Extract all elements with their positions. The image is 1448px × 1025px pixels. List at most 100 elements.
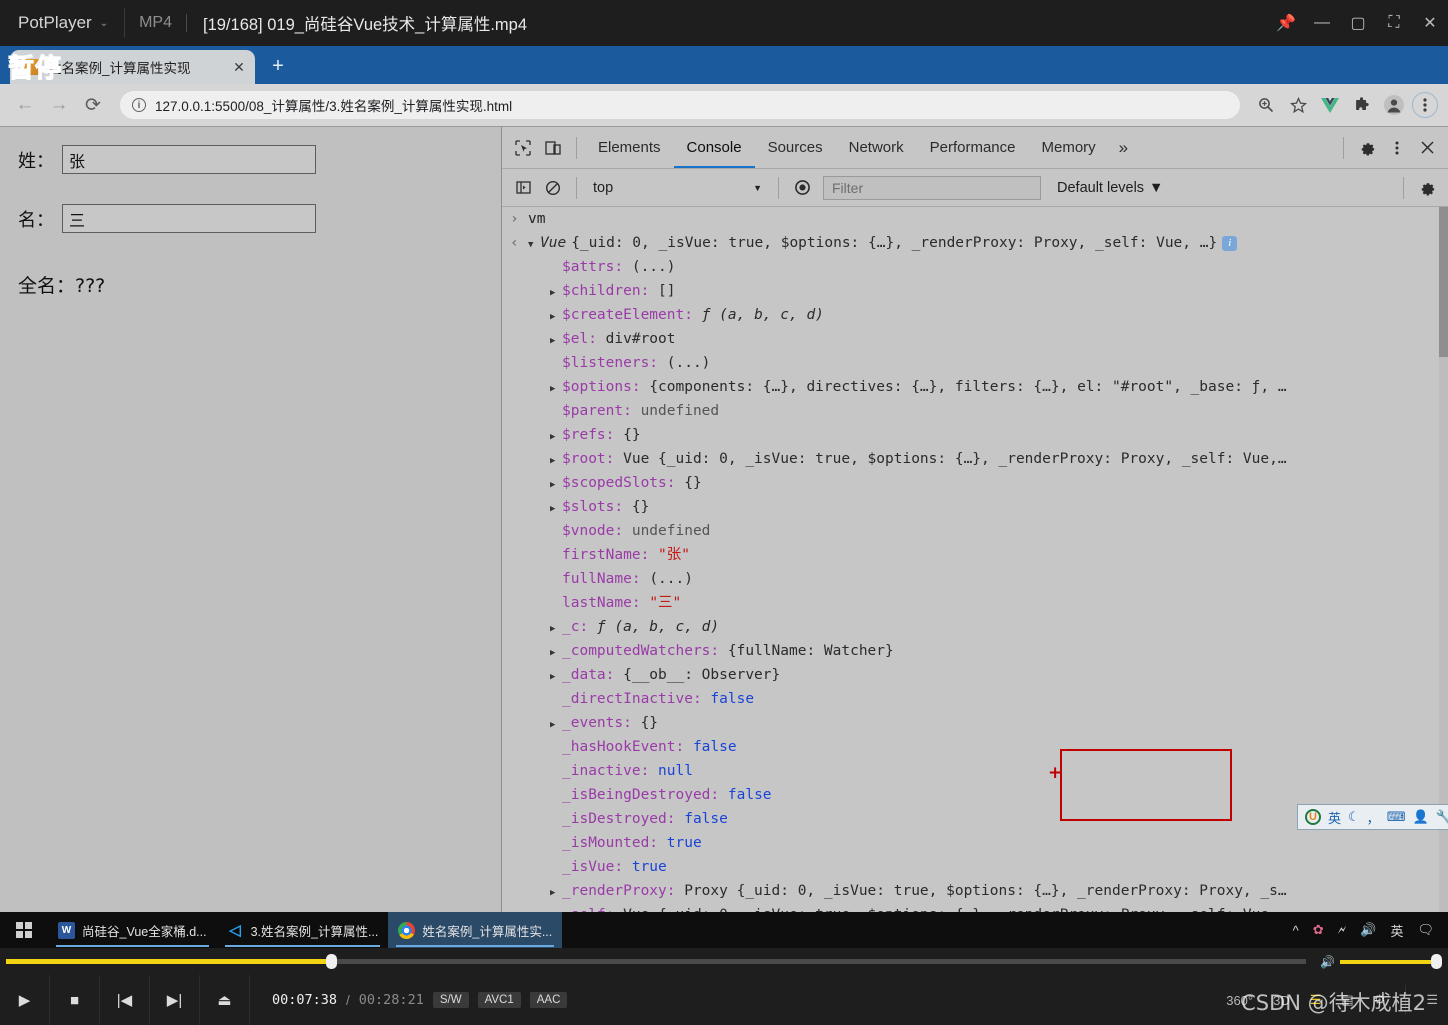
expand-triangle-icon[interactable]: ▶ xyxy=(550,329,562,353)
expand-triangle-icon[interactable]: ▶ xyxy=(550,617,562,641)
extensions-icon[interactable] xyxy=(1348,91,1376,119)
close-icon[interactable] xyxy=(1412,133,1442,163)
flower-icon[interactable]: ✿ xyxy=(1313,922,1324,938)
play-button[interactable]: ▶ xyxy=(0,975,50,1025)
log-levels-select[interactable]: Default levels ▼ xyxy=(1057,180,1163,196)
fullscreen-icon[interactable]: ⛶ xyxy=(1376,0,1412,46)
console-property-row[interactable]: ▶ $createElement: ƒ (a, b, c, d) xyxy=(502,303,1448,327)
tray-expand-icon[interactable]: ^ xyxy=(1293,923,1299,938)
tab-sources[interactable]: Sources xyxy=(755,127,836,168)
start-button[interactable] xyxy=(0,912,48,948)
stop-button[interactable]: ■ xyxy=(50,975,100,1025)
expand-triangle-icon[interactable]: ▶ xyxy=(550,425,562,449)
last-name-input[interactable] xyxy=(62,204,316,233)
device-toolbar-icon[interactable] xyxy=(538,133,568,163)
console-property-row[interactable]: ▶$vnode: undefined xyxy=(502,519,1448,543)
volume-icon[interactable]: 🔊 xyxy=(1360,922,1376,938)
restore-icon[interactable]: ▢ xyxy=(1340,0,1376,46)
address-bar[interactable]: i 127.0.0.1:5500/08_计算属性/3.姓名案例_计算属性实现.h… xyxy=(120,91,1240,119)
taskbar-item-word[interactable]: W 尚硅谷_Vue全家桶.d... xyxy=(48,912,217,948)
expand-triangle-icon[interactable]: ▶ xyxy=(550,905,562,912)
expand-triangle-icon[interactable]: ▶ xyxy=(550,713,562,737)
site-info-icon[interactable]: i xyxy=(132,98,146,112)
comma-icon[interactable]: ， xyxy=(1367,808,1380,827)
eject-button[interactable]: ⏏ xyxy=(200,975,250,1025)
pin-icon[interactable]: 📌 xyxy=(1268,0,1304,46)
ime-language-label[interactable]: 英 xyxy=(1328,808,1341,827)
console-property-row[interactable]: ▶_isVue: true xyxy=(502,855,1448,879)
next-button[interactable]: ▶| xyxy=(150,975,200,1025)
ime-toolbar[interactable]: U 英 ☾ ， ⌨ 👤 🔧 xyxy=(1297,804,1448,830)
menu-icon[interactable]: ☰ xyxy=(1426,992,1438,1008)
console-property-row[interactable]: ▶_directInactive: false xyxy=(502,687,1448,711)
minimize-icon[interactable]: — xyxy=(1304,0,1340,46)
console-property-row[interactable]: ▶ _computedWatchers: {fullName: Watcher} xyxy=(502,639,1448,663)
more-tabs-icon[interactable]: » xyxy=(1109,138,1138,158)
console-property-row[interactable]: ▶$attrs: (...) xyxy=(502,255,1448,279)
kebab-menu-icon[interactable] xyxy=(1382,133,1412,163)
previous-button[interactable]: |◀ xyxy=(100,975,150,1025)
console-property-row[interactable]: ▶fullName: (...) xyxy=(502,567,1448,591)
console-sidebar-toggle-icon[interactable] xyxy=(508,173,538,203)
volume-icon[interactable]: 🔊 xyxy=(1320,955,1335,969)
tab-network[interactable]: Network xyxy=(836,127,917,168)
back-button[interactable]: ← xyxy=(10,90,40,120)
vr-360-icon[interactable]: 360° xyxy=(1226,993,1253,1008)
volume-slider[interactable]: 🔊 xyxy=(1320,953,1442,969)
wrench-icon[interactable]: 🔧 xyxy=(1436,809,1448,825)
taskbar-item-chrome[interactable]: 姓名案例_计算属性实... xyxy=(388,912,563,948)
console-result-root[interactable]: ‹ ▼ Vue {_uid: 0, _isVue: true, $options: {… xyxy=(502,231,1448,255)
expand-triangle-icon[interactable]: ▶ xyxy=(550,449,562,473)
profile-icon[interactable] xyxy=(1380,91,1408,119)
console-property-row[interactable]: ▶ $el: div#root xyxy=(502,327,1448,351)
expand-triangle-icon[interactable]: ▶ xyxy=(550,305,562,329)
console-property-row[interactable]: ▶_isMounted: true xyxy=(502,831,1448,855)
tab-elements[interactable]: Elements xyxy=(585,127,674,168)
console-filter-input[interactable] xyxy=(823,175,1041,200)
scrollbar-thumb[interactable] xyxy=(1439,207,1448,357)
console-property-row[interactable]: ▶ $root: Vue {_uid: 0, _isVue: true, $opt… xyxy=(502,447,1448,471)
expand-triangle-icon[interactable]: ▶ xyxy=(550,281,562,305)
console-property-row[interactable]: ▶ $options: {components: {…}, directives:… xyxy=(502,375,1448,399)
keyboard-icon[interactable]: ⌨ xyxy=(1387,809,1406,825)
bookmark-star-icon[interactable] xyxy=(1284,91,1312,119)
console-property-row[interactable]: ▶lastName: "三" xyxy=(502,591,1448,615)
clear-console-icon[interactable] xyxy=(538,173,568,203)
console-property-row[interactable]: ▶$listeners: (...) xyxy=(502,351,1448,375)
inspect-icon[interactable] xyxy=(508,133,538,163)
seek-slider[interactable] xyxy=(6,954,1306,969)
console-property-row[interactable]: ▶_self: Vue {_uid: 0, _isVue: true, $opt… xyxy=(502,903,1448,912)
chrome-menu-icon[interactable] xyxy=(1412,92,1438,118)
tray-language-label[interactable]: 英 xyxy=(1390,921,1403,940)
settings-icon[interactable]: ⚙ xyxy=(1374,992,1386,1008)
new-tab-button[interactable]: + xyxy=(263,51,293,81)
three-d-icon[interactable]: 3D xyxy=(1273,993,1290,1008)
console-property-row[interactable]: ▶ _events: {} xyxy=(502,711,1448,735)
console-property-row[interactable]: ▶ _c: ƒ (a, b, c, d) xyxy=(502,615,1448,639)
console-property-row[interactable]: ▶ $children: [] xyxy=(502,279,1448,303)
tab-console[interactable]: Console xyxy=(674,127,755,168)
console-property-row[interactable]: ▶$parent: undefined xyxy=(502,399,1448,423)
vue-devtools-icon[interactable] xyxy=(1316,91,1344,119)
expand-triangle-icon[interactable]: ▶ xyxy=(550,497,562,521)
volume-handle[interactable] xyxy=(1431,953,1442,969)
console-property-row[interactable]: ▶firstName: "张" xyxy=(502,543,1448,567)
playlist-icon[interactable]: ☰ xyxy=(1310,992,1322,1008)
taskbar-item-vscode[interactable]: ◁ 3.姓名案例_计算属性... xyxy=(217,912,389,948)
tab-memory[interactable]: Memory xyxy=(1029,127,1109,168)
expand-triangle-icon[interactable]: ▶ xyxy=(550,641,562,665)
expand-triangle-icon[interactable]: ▶ xyxy=(550,665,562,689)
zoom-icon[interactable] xyxy=(1252,91,1280,119)
browser-tab[interactable]: 姓名案例_计算属性实现 ✕ xyxy=(10,50,255,84)
notification-icon[interactable]: 🗨 xyxy=(1417,922,1434,938)
expand-triangle-icon[interactable]: ▶ xyxy=(550,377,562,401)
potplayer-brand-button[interactable]: PotPlayer ⌄ xyxy=(0,0,124,46)
info-icon[interactable]: i xyxy=(1222,235,1238,251)
close-icon[interactable]: ✕ xyxy=(1412,0,1448,46)
battery-icon[interactable]: 🗲 xyxy=(1338,922,1347,938)
console-property-row[interactable]: ▶_inactive: null xyxy=(502,759,1448,783)
live-expression-eye-icon[interactable] xyxy=(787,173,817,203)
console-property-row[interactable]: ▶ _data: {__ob__: Observer} xyxy=(502,663,1448,687)
seek-handle[interactable] xyxy=(326,954,337,969)
settings-gear-icon[interactable] xyxy=(1352,133,1382,163)
